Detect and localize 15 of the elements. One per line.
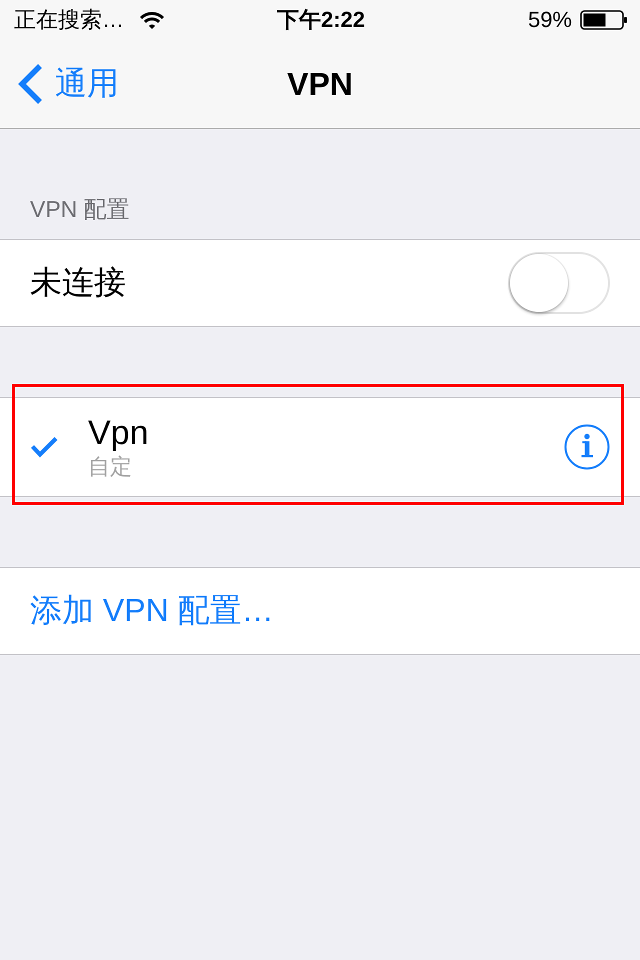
section-header: VPN 配置: [30, 195, 130, 224]
page-title: VPN: [287, 66, 353, 102]
wifi-icon: [139, 10, 165, 30]
info-icon[interactable]: [564, 424, 610, 470]
chevron-left-icon: [17, 63, 43, 105]
configuration-type: 自定: [88, 454, 132, 480]
clock-time: 下午2:22: [276, 6, 366, 34]
carrier-status: 正在搜索…: [14, 6, 124, 34]
vpn-configuration-row[interactable]: Vpn 自定: [0, 397, 640, 497]
battery-percentage: 59%: [528, 7, 572, 33]
add-vpn-configuration-button[interactable]: 添加 VPN 配置…: [0, 567, 640, 655]
battery-icon: [580, 10, 628, 30]
configuration-name: Vpn: [88, 414, 148, 452]
connection-status: 未连接: [30, 263, 126, 302]
back-button[interactable]: 通用: [0, 60, 125, 108]
